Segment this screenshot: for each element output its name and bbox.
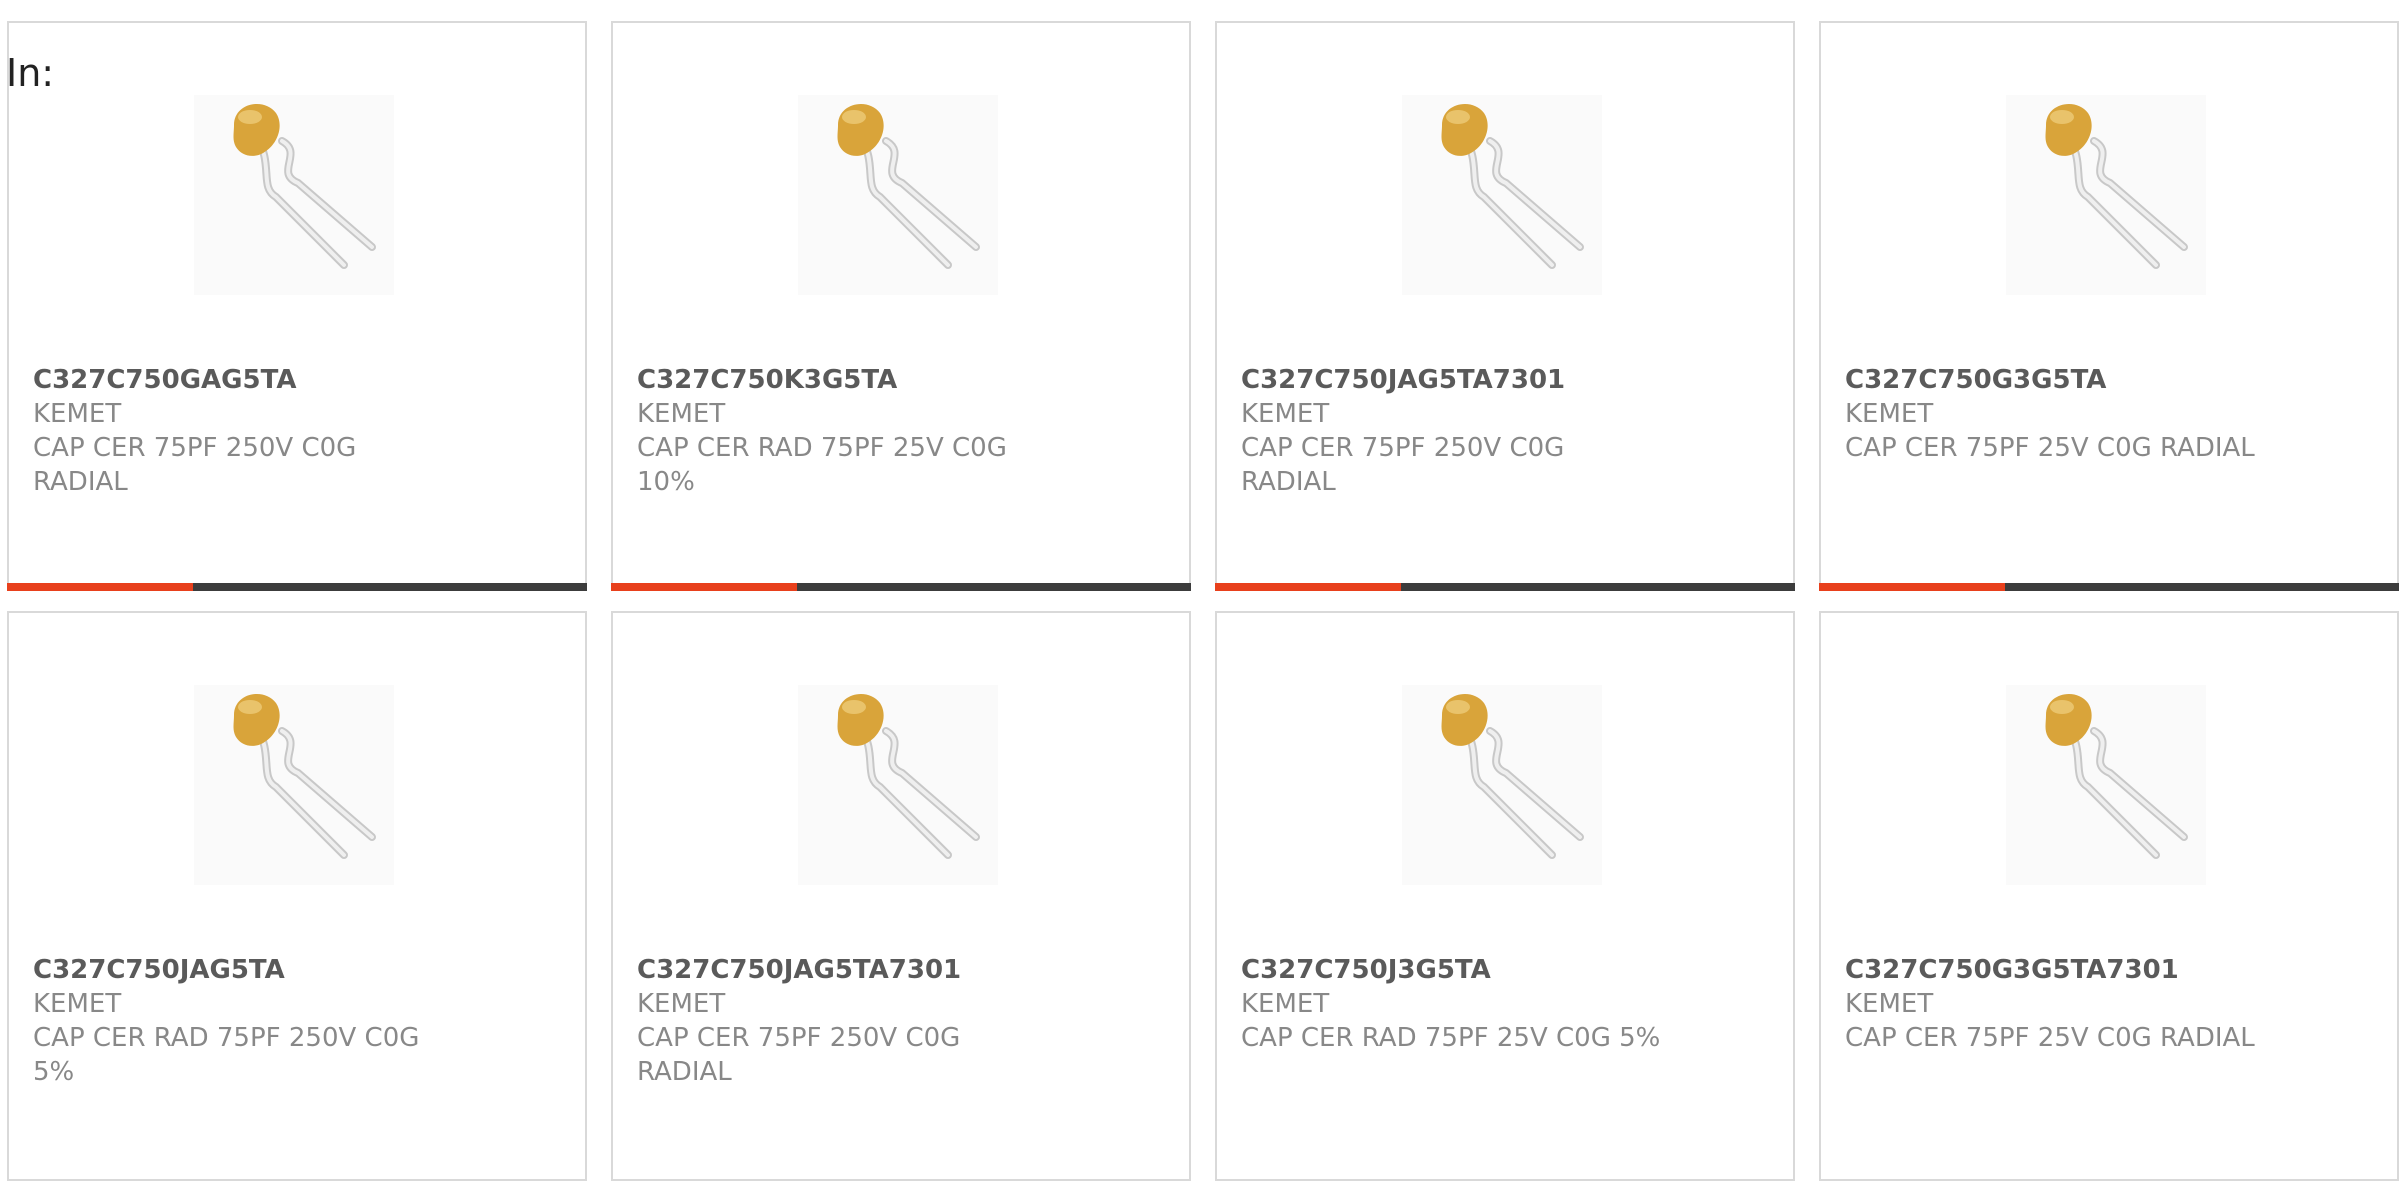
product-grid: C327C750GAG5TA KEMET CAP CER 75PF 250V C…: [7, 21, 2399, 1181]
progress-bar: [1215, 583, 1795, 591]
part-number[interactable]: C327C750G3G5TA7301: [1845, 953, 2265, 987]
manufacturer: KEMET: [1845, 989, 1934, 1019]
product-card[interactable]: C327C750JAG5TA7301 KEMET CAP CER 75PF 25…: [611, 611, 1191, 1181]
radial-capacitor-icon: [1402, 685, 1602, 885]
manufacturer: KEMET: [33, 989, 122, 1019]
description: CAP CER 75PF 25V C0G RADIAL: [1845, 433, 2255, 463]
part-number[interactable]: C327C750K3G5TA: [637, 363, 1057, 397]
product-card[interactable]: C327C750GAG5TA KEMET CAP CER 75PF 250V C…: [7, 21, 587, 591]
radial-capacitor-icon: [798, 95, 998, 295]
radial-capacitor-icon: [798, 685, 998, 885]
part-number[interactable]: C327C750J3G5TA: [1241, 953, 1661, 987]
progress-bar: [611, 583, 1191, 591]
in-label: In:: [6, 51, 55, 95]
manufacturer: KEMET: [637, 989, 726, 1019]
product-card[interactable]: C327C750J3G5TA KEMET CAP CER RAD 75PF 25…: [1215, 611, 1795, 1181]
description: CAP CER RAD 75PF 250V C0G 5%: [33, 1023, 420, 1087]
radial-capacitor-icon: [194, 685, 394, 885]
manufacturer: KEMET: [33, 399, 122, 429]
radial-capacitor-icon: [194, 95, 394, 295]
manufacturer: KEMET: [1845, 399, 1934, 429]
description: CAP CER 75PF 250V C0G RADIAL: [637, 1023, 961, 1087]
description: CAP CER 75PF 250V C0G RADIAL: [33, 433, 357, 497]
product-card[interactable]: C327C750JAG5TA KEMET CAP CER RAD 75PF 25…: [7, 611, 587, 1181]
description: CAP CER RAD 75PF 25V C0G 10%: [637, 433, 1007, 497]
radial-capacitor-icon: [2006, 685, 2206, 885]
part-number[interactable]: C327C750JAG5TA7301: [1241, 363, 1661, 397]
manufacturer: KEMET: [637, 399, 726, 429]
progress-bar: [7, 583, 587, 591]
product-card[interactable]: C327C750K3G5TA KEMET CAP CER RAD 75PF 25…: [611, 21, 1191, 591]
progress-bar: [1819, 583, 2399, 591]
progress-bar-fill: [1215, 583, 1401, 591]
progress-bar-fill: [1819, 583, 2005, 591]
part-number[interactable]: C327C750GAG5TA: [33, 363, 453, 397]
part-number[interactable]: C327C750G3G5TA: [1845, 363, 2265, 397]
manufacturer: KEMET: [1241, 989, 1330, 1019]
product-card[interactable]: C327C750G3G5TA7301 KEMET CAP CER 75PF 25…: [1819, 611, 2399, 1181]
radial-capacitor-icon: [2006, 95, 2206, 295]
part-number[interactable]: C327C750JAG5TA: [33, 953, 453, 987]
radial-capacitor-icon: [1402, 95, 1602, 295]
description: CAP CER RAD 75PF 25V C0G 5%: [1241, 1023, 1661, 1053]
progress-bar-fill: [611, 583, 797, 591]
part-number[interactable]: C327C750JAG5TA7301: [637, 953, 1057, 987]
product-card[interactable]: C327C750G3G5TA KEMET CAP CER 75PF 25V C0…: [1819, 21, 2399, 591]
progress-bar-fill: [7, 583, 193, 591]
product-card[interactable]: C327C750JAG5TA7301 KEMET CAP CER 75PF 25…: [1215, 21, 1795, 591]
description: CAP CER 75PF 25V C0G RADIAL: [1845, 1023, 2255, 1053]
description: CAP CER 75PF 250V C0G RADIAL: [1241, 433, 1565, 497]
manufacturer: KEMET: [1241, 399, 1330, 429]
